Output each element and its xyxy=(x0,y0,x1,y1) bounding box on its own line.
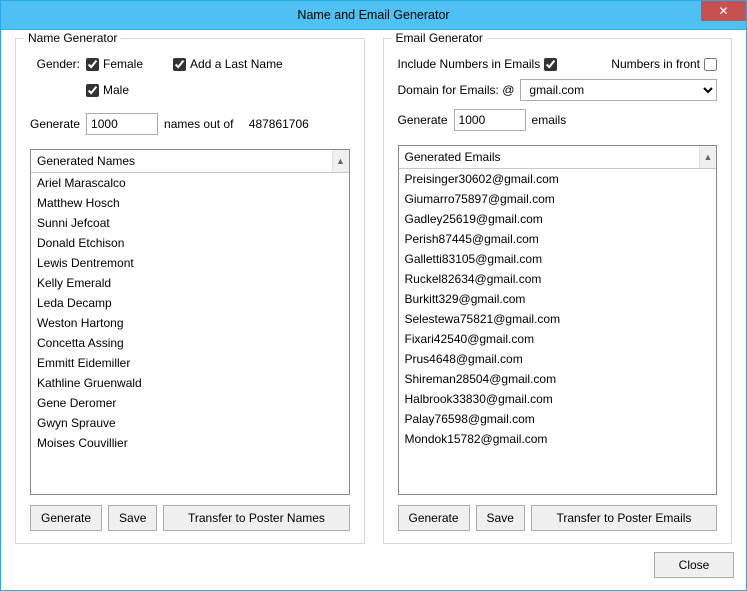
transfer-emails-button[interactable]: Transfer to Poster Emails xyxy=(531,505,717,531)
name-buttons-row: Generate Save Transfer to Poster Names xyxy=(30,505,350,531)
include-numbers-label: Include Numbers in Emails xyxy=(398,57,541,71)
list-item[interactable]: Kathline Gruenwald xyxy=(31,373,349,393)
domain-row: Domain for Emails: @ gmail.com xyxy=(398,79,718,101)
list-item[interactable]: Prus4648@gmail.com xyxy=(399,349,717,369)
list-item[interactable]: Ruckel82634@gmail.com xyxy=(399,269,717,289)
generate-names-row: Generate names out of 487861706 xyxy=(30,113,350,135)
male-checkbox-label: Male xyxy=(103,83,129,97)
list-item[interactable]: Burkitt329@gmail.com xyxy=(399,289,717,309)
window-close-button[interactable]: ✕ xyxy=(701,1,746,21)
list-item[interactable]: Halbrook33830@gmail.com xyxy=(399,389,717,409)
titlebar: Name and Email Generator ✕ xyxy=(1,1,746,30)
generated-names-header[interactable]: Generated Names ▲ xyxy=(31,150,349,173)
generated-names-body[interactable]: Ariel MarascalcoMatthew HoschSunni Jefco… xyxy=(31,173,349,494)
add-last-name-checkbox-label: Add a Last Name xyxy=(190,57,283,71)
list-item[interactable]: Giumarro75897@gmail.com xyxy=(399,189,717,209)
list-item[interactable]: Kelly Emerald xyxy=(31,273,349,293)
numbers-in-front-label: Numbers in front xyxy=(611,57,700,71)
domain-select[interactable]: gmail.com xyxy=(520,79,717,101)
footer: Close xyxy=(13,544,734,578)
gender-row: Gender: Female Add a Last Name xyxy=(30,53,350,75)
close-icon: ✕ xyxy=(718,4,728,18)
list-item[interactable]: Perish87445@gmail.com xyxy=(399,229,717,249)
female-checkbox[interactable]: Female xyxy=(86,57,143,71)
list-item[interactable]: Fixari42540@gmail.com xyxy=(399,329,717,349)
email-options-row: Include Numbers in Emails Numbers in fro… xyxy=(398,53,718,75)
list-item[interactable]: Lewis Dentremont xyxy=(31,253,349,273)
list-item[interactable]: Gene Deromer xyxy=(31,393,349,413)
emails-label: emails xyxy=(532,113,567,127)
list-item[interactable]: Galletti83105@gmail.com xyxy=(399,249,717,269)
generated-names-list: Generated Names ▲ Ariel MarascalcoMatthe… xyxy=(30,149,350,495)
generate-emails-row: Generate emails xyxy=(398,109,718,131)
chevron-up-icon[interactable]: ▲ xyxy=(699,146,716,168)
close-button[interactable]: Close xyxy=(654,552,734,578)
name-generator-legend: Name Generator xyxy=(24,31,121,45)
list-item[interactable]: Emmitt Eidemiller xyxy=(31,353,349,373)
window: Name and Email Generator ✕ Name Generato… xyxy=(0,0,747,591)
chevron-up-icon[interactable]: ▲ xyxy=(332,150,349,172)
list-item[interactable]: Ariel Marascalco xyxy=(31,173,349,193)
generated-emails-list: Generated Emails ▲ Preisinger30602@gmail… xyxy=(398,145,718,495)
generate-emails-label: Generate xyxy=(398,113,448,127)
list-item[interactable]: Selestewa75821@gmail.com xyxy=(399,309,717,329)
email-generator-legend: Email Generator xyxy=(392,31,487,45)
transfer-names-button[interactable]: Transfer to Poster Names xyxy=(163,505,349,531)
numbers-in-front-checkbox[interactable]: Numbers in front xyxy=(611,57,717,71)
list-item[interactable]: Donald Etchison xyxy=(31,233,349,253)
generated-emails-body[interactable]: Preisinger30602@gmail.comGiumarro75897@g… xyxy=(399,169,717,494)
save-names-button[interactable]: Save xyxy=(108,505,157,531)
generate-names-label: Generate xyxy=(30,117,80,131)
out-of-label: names out of xyxy=(164,117,233,131)
list-item[interactable]: Weston Hartong xyxy=(31,313,349,333)
gender-row-2: Male xyxy=(30,79,350,101)
list-item[interactable]: Palay76598@gmail.com xyxy=(399,409,717,429)
generate-emails-button[interactable]: Generate xyxy=(398,505,470,531)
include-numbers-checkbox[interactable]: Include Numbers in Emails xyxy=(398,57,558,71)
window-title: Name and Email Generator xyxy=(1,8,746,22)
out-of-count: 487861706 xyxy=(249,117,309,131)
email-generator-group: Email Generator Include Numbers in Email… xyxy=(383,38,733,544)
save-emails-button[interactable]: Save xyxy=(476,505,525,531)
include-numbers-checkbox-input[interactable] xyxy=(544,58,557,71)
generate-names-button[interactable]: Generate xyxy=(30,505,102,531)
columns: Name Generator Gender: Female Add a Last… xyxy=(13,38,734,544)
female-checkbox-label: Female xyxy=(103,57,143,71)
list-item[interactable]: Gadley25619@gmail.com xyxy=(399,209,717,229)
list-item[interactable]: Concetta Assing xyxy=(31,333,349,353)
list-item[interactable]: Leda Decamp xyxy=(31,293,349,313)
female-checkbox-input[interactable] xyxy=(86,58,99,71)
male-checkbox-input[interactable] xyxy=(86,84,99,97)
list-item[interactable]: Moises Couvillier xyxy=(31,433,349,453)
list-item[interactable]: Shireman28504@gmail.com xyxy=(399,369,717,389)
list-item[interactable]: Gwyn Sprauve xyxy=(31,413,349,433)
list-item[interactable]: Mondok15782@gmail.com xyxy=(399,429,717,449)
gender-label: Gender: xyxy=(30,57,80,71)
generated-emails-header[interactable]: Generated Emails ▲ xyxy=(399,146,717,169)
list-item[interactable]: Sunni Jefcoat xyxy=(31,213,349,233)
list-item[interactable]: Preisinger30602@gmail.com xyxy=(399,169,717,189)
male-checkbox[interactable]: Male xyxy=(86,83,129,97)
domain-label: Domain for Emails: @ xyxy=(398,83,515,97)
email-buttons-row: Generate Save Transfer to Poster Emails xyxy=(398,505,718,531)
add-last-name-checkbox-input[interactable] xyxy=(173,58,186,71)
generate-names-count-input[interactable] xyxy=(86,113,158,135)
list-item[interactable]: Matthew Hosch xyxy=(31,193,349,213)
numbers-in-front-checkbox-input[interactable] xyxy=(704,58,717,71)
window-body: Name Generator Gender: Female Add a Last… xyxy=(1,30,746,590)
generate-emails-count-input[interactable] xyxy=(454,109,526,131)
name-generator-group: Name Generator Gender: Female Add a Last… xyxy=(15,38,365,544)
add-last-name-checkbox[interactable]: Add a Last Name xyxy=(173,57,283,71)
